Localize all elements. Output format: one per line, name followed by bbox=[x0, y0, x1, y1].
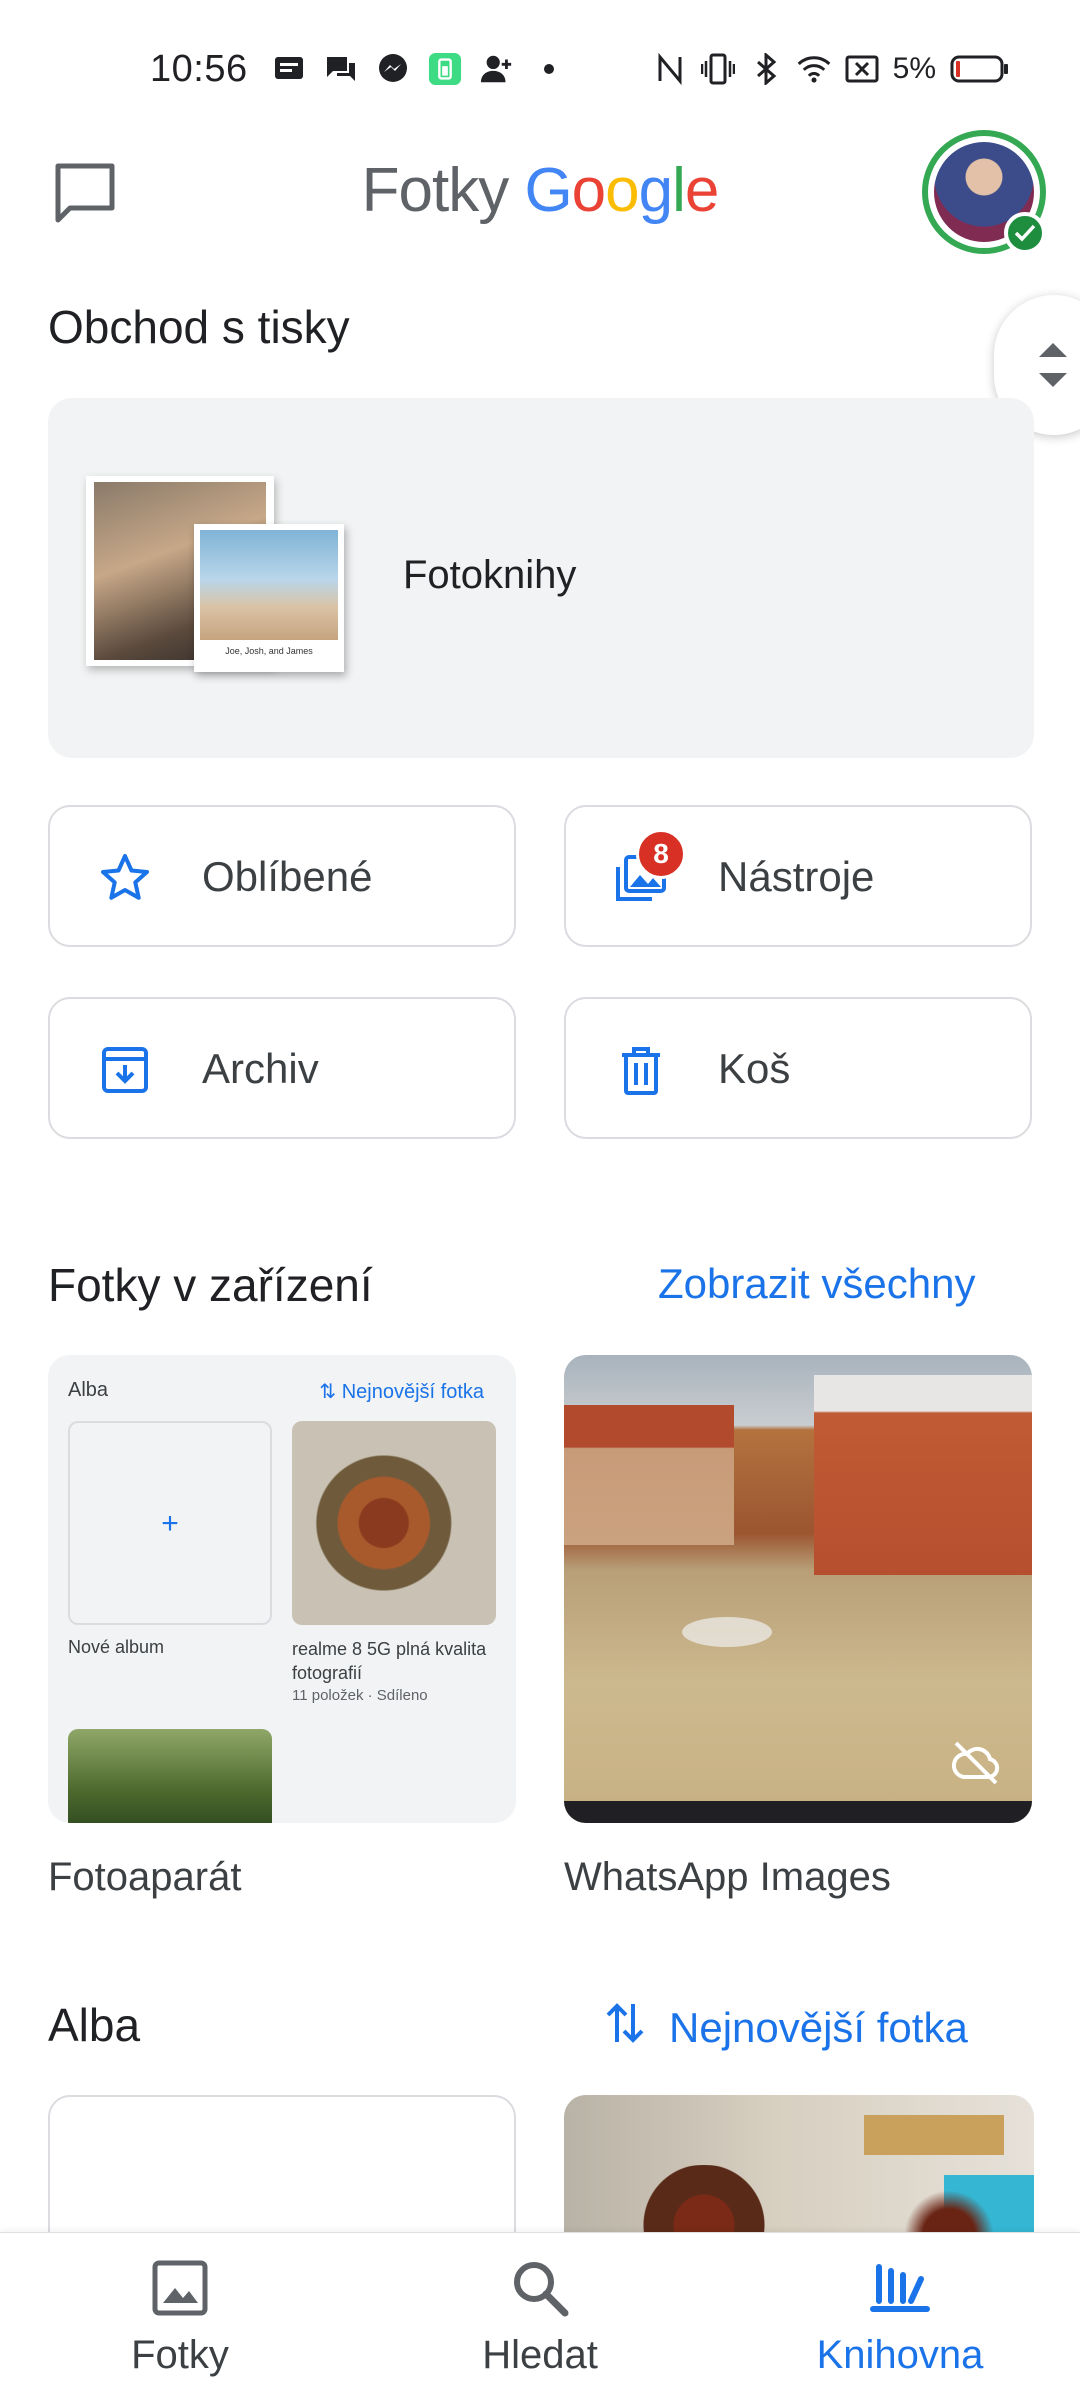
battery-app-icon bbox=[428, 52, 462, 86]
preview-album-name: realme 8 5G plná kvalita fotografií bbox=[292, 1639, 487, 1683]
messenger-icon bbox=[376, 52, 410, 86]
top-app-bar: Fotky Google bbox=[0, 120, 1080, 260]
albums-sort-button[interactable]: Nejnovější fotka bbox=[605, 2000, 968, 2056]
whatsapp-folder-thumbnail[interactable] bbox=[564, 1355, 1032, 1823]
no-sim-icon bbox=[845, 52, 879, 86]
archive-icon bbox=[98, 1043, 152, 1097]
trash-label: Koš bbox=[718, 1045, 791, 1092]
bluetooth-icon bbox=[749, 52, 783, 86]
logo-letter: l bbox=[672, 156, 686, 225]
logo-letter: e bbox=[684, 156, 719, 225]
album-cover-card[interactable] bbox=[564, 2095, 1034, 2255]
status-notification-icons bbox=[272, 52, 566, 86]
house-photo-right bbox=[814, 1375, 1032, 1575]
albums-title: Alba bbox=[48, 1999, 141, 2051]
print-store-title: Obchod s tisky bbox=[48, 301, 350, 353]
nfc-icon bbox=[653, 52, 687, 86]
logo-letter: o bbox=[571, 156, 606, 225]
cloud-off-icon bbox=[950, 1737, 1002, 1789]
vibrate-icon bbox=[700, 52, 735, 86]
tools-count-badge: 8 bbox=[636, 829, 686, 879]
preview-sort-link: ⇅ Nejnovější fotka bbox=[319, 1379, 484, 1404]
message-icon bbox=[272, 52, 306, 86]
favorites-label: Oblíbené bbox=[202, 853, 373, 900]
photo-icon bbox=[149, 2257, 211, 2319]
battery-percent: 5% bbox=[892, 52, 936, 85]
house-photo-left bbox=[564, 1405, 734, 1545]
beach-photo bbox=[200, 530, 338, 640]
backup-complete-icon bbox=[1004, 212, 1046, 254]
photobook-caption: Joe, Josh, and James bbox=[225, 646, 313, 656]
nav-library[interactable]: Knihovna bbox=[780, 2257, 1020, 2378]
preview-sort-label: Nejnovější fotka bbox=[341, 1381, 484, 1403]
google-photos-logo: Fotky Google bbox=[0, 155, 1080, 226]
trash-icon bbox=[614, 1043, 668, 1097]
preview-sort-icon: ⇅ bbox=[319, 1381, 337, 1403]
favorites-button[interactable]: Oblíbené bbox=[48, 805, 516, 947]
status-system-icons: 5% bbox=[653, 52, 1010, 86]
star-icon bbox=[98, 851, 152, 905]
battery-icon bbox=[950, 52, 1010, 86]
preview-album-meta: 11 položek · Sdíleno bbox=[292, 1687, 428, 1704]
photobooks-label: Fotoknihy bbox=[403, 553, 577, 597]
archive-label: Archiv bbox=[202, 1045, 319, 1092]
album-cover-shelf bbox=[864, 2115, 1004, 2155]
scroll-arrows-icon bbox=[1039, 343, 1067, 387]
trash-button[interactable]: Koš bbox=[564, 997, 1032, 1139]
archive-button[interactable]: Archiv bbox=[48, 997, 516, 1139]
preview-new-album-label: Nové album bbox=[68, 1637, 165, 1657]
albums-sort-label: Nejnovější fotka bbox=[669, 2004, 968, 2051]
camera-folder-thumbnail[interactable]: Alba ⇅ Nejnovější fotka + Nové album rea… bbox=[48, 1355, 516, 1823]
nav-search[interactable]: Hledat bbox=[420, 2257, 660, 2378]
preview-albums-title: Alba bbox=[68, 1379, 109, 1401]
new-album-card[interactable] bbox=[48, 2095, 516, 2255]
status-time: 10:56 bbox=[150, 48, 248, 90]
account-avatar[interactable] bbox=[922, 130, 1046, 254]
library-icon bbox=[869, 2257, 931, 2319]
add-person-icon bbox=[480, 52, 514, 86]
logo-prefix: Fotky bbox=[361, 156, 510, 225]
whatsapp-folder-label: WhatsApp Images bbox=[564, 1855, 891, 1899]
status-bar: 10:56 5% bbox=[0, 0, 1080, 130]
preview-leaves-photo bbox=[68, 1729, 272, 1823]
photobooks-card[interactable]: Joe, Josh, and James Fotoknihy bbox=[48, 398, 1034, 758]
sort-icon bbox=[605, 2000, 645, 2056]
tools-button[interactable]: 8 Nástroje bbox=[564, 805, 1032, 947]
taskbar-strip bbox=[564, 1801, 1032, 1823]
search-icon bbox=[509, 2257, 571, 2319]
plus-icon: + bbox=[161, 1507, 179, 1540]
nav-library-label: Knihovna bbox=[816, 2333, 984, 2377]
bottom-navigation: Fotky Hledat Knihovna bbox=[0, 2232, 1080, 2400]
device-photos-title: Fotky v zařízení bbox=[48, 1259, 373, 1311]
view-all-link[interactable]: Zobrazit všechny bbox=[658, 1260, 975, 1308]
streetview-arrow bbox=[682, 1617, 772, 1647]
photobook-front-image: Joe, Josh, and James bbox=[194, 524, 344, 672]
preview-flower-photo bbox=[292, 1421, 496, 1625]
nav-photos-label: Fotky bbox=[131, 2333, 229, 2377]
preview-new-album-tile: + bbox=[68, 1421, 272, 1625]
logo-letter: o bbox=[605, 156, 639, 225]
logo-letter: G bbox=[524, 156, 572, 225]
wifi-icon bbox=[797, 52, 831, 86]
nav-photos[interactable]: Fotky bbox=[60, 2257, 300, 2378]
nav-search-label: Hledat bbox=[482, 2333, 598, 2377]
camera-folder-label: Fotoaparát bbox=[48, 1855, 242, 1899]
logo-letter: g bbox=[638, 156, 673, 225]
chat-icon bbox=[324, 52, 358, 86]
dot-icon bbox=[532, 52, 566, 86]
tools-label: Nástroje bbox=[718, 853, 875, 900]
